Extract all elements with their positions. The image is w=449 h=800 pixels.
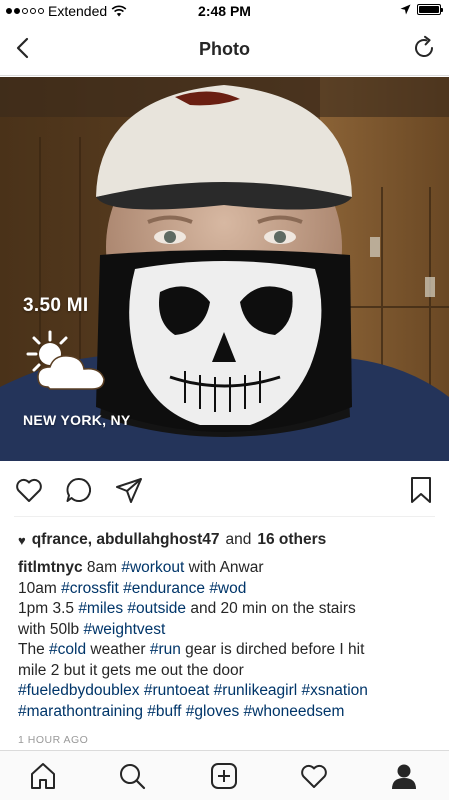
comment-icon[interactable] [64, 475, 94, 505]
hashtag[interactable]: #marathontraining [18, 703, 143, 720]
caption-text: 10am [18, 579, 62, 597]
activity-heart-icon[interactable] [299, 761, 329, 791]
hashtag[interactable]: #weightvest [83, 621, 165, 638]
bookmark-icon[interactable] [406, 475, 436, 505]
clock: 2:48 PM [198, 3, 251, 19]
partly-cloudy-icon [26, 330, 105, 390]
hashtag[interactable]: #xsnation [302, 682, 368, 699]
caption-text: with Anwar [184, 559, 264, 576]
caption-text: weather [86, 641, 150, 658]
caption-line: #fueledbydoublex #runtoeat #runlikeagirl… [18, 681, 433, 702]
hashtag[interactable]: #endurance [123, 580, 205, 597]
hashtag[interactable]: #run [150, 641, 181, 658]
hashtag[interactable]: #runtoeat [144, 682, 210, 699]
caption-line: fitlmtnyc 8am #workout with Anwar [18, 558, 433, 579]
hashtag[interactable]: #wod [209, 580, 246, 597]
status-indicators [400, 4, 443, 15]
status-bar: Extended 2:48 PM [0, 0, 449, 22]
add-post-icon[interactable] [209, 761, 239, 791]
caption-line: #marathontraining #buff #gloves #whoneed… [18, 702, 433, 723]
hashtag[interactable]: #outside [127, 600, 186, 617]
caption-text: The [18, 641, 50, 658]
hashtag[interactable]: #gloves [186, 703, 239, 720]
page-title: Photo [199, 39, 250, 59]
caption-username[interactable]: fitlmtnyc [18, 559, 83, 576]
hashtag[interactable]: #buff [147, 703, 181, 720]
caption-line: 1pm 3.5 #miles #outside and 20 min on th… [18, 599, 433, 620]
caption-text: 8am [82, 559, 122, 576]
likes-others[interactable]: 16 others [257, 531, 326, 549]
post-caption: fitlmtnyc 8am #workout with Anwar 10am #… [18, 558, 433, 722]
location-arrow-icon [400, 4, 411, 15]
likes-summary[interactable]: ♥ qfrance, abdullahghost47 and 16 others [18, 531, 326, 549]
home-icon[interactable] [28, 761, 58, 791]
hashtag[interactable]: #fueledbydoublex [18, 682, 140, 699]
hashtag[interactable]: #crossfit [61, 580, 119, 597]
distance-label: 3.50 MI [23, 295, 89, 316]
caption-line: with 50lb #weightvest [18, 620, 433, 641]
profile-icon[interactable] [389, 761, 419, 791]
post-timestamp: 1 HOUR AGO [18, 734, 89, 746]
caption-line: mile 2 but it gets me out the door [18, 661, 433, 682]
hashtag[interactable]: #workout [121, 559, 184, 576]
caption-text: mile 2 but it gets me out the door [18, 661, 244, 679]
photo-image [0, 77, 449, 461]
caption-text: with 50lb [18, 620, 84, 638]
hashtag[interactable]: #cold [49, 641, 86, 658]
post-actions [14, 461, 435, 517]
caption-text: and 20 min on the stairs [186, 600, 356, 617]
location-label: NEW YORK, NY [23, 412, 131, 428]
nav-bar: Photo [0, 22, 449, 76]
heart-icon[interactable] [14, 475, 44, 505]
caption-line: The #cold weather #run gear is dirched b… [18, 640, 433, 661]
battery-icon [417, 4, 443, 15]
heart-filled-icon: ♥ [18, 532, 26, 548]
likes-and: and [225, 531, 252, 548]
hashtag[interactable]: #runlikeagirl [214, 682, 298, 699]
tab-bar [0, 750, 449, 800]
likers-names[interactable]: qfrance, abdullahghost47 [32, 531, 220, 549]
refresh-icon[interactable] [411, 35, 437, 61]
hashtag[interactable]: #miles [78, 600, 123, 617]
send-icon[interactable] [114, 475, 144, 505]
post-photo[interactable]: 3.50 MI NEW YORK, NY [0, 77, 449, 461]
caption-text: gear is dirched before I hit [180, 641, 365, 658]
search-icon[interactable] [117, 761, 147, 791]
caption-line: 10am #crossfit #endurance #wod [18, 579, 433, 600]
hashtag[interactable]: #whoneedsem [244, 703, 345, 720]
caption-text: 1pm 3.5 [18, 600, 79, 617]
